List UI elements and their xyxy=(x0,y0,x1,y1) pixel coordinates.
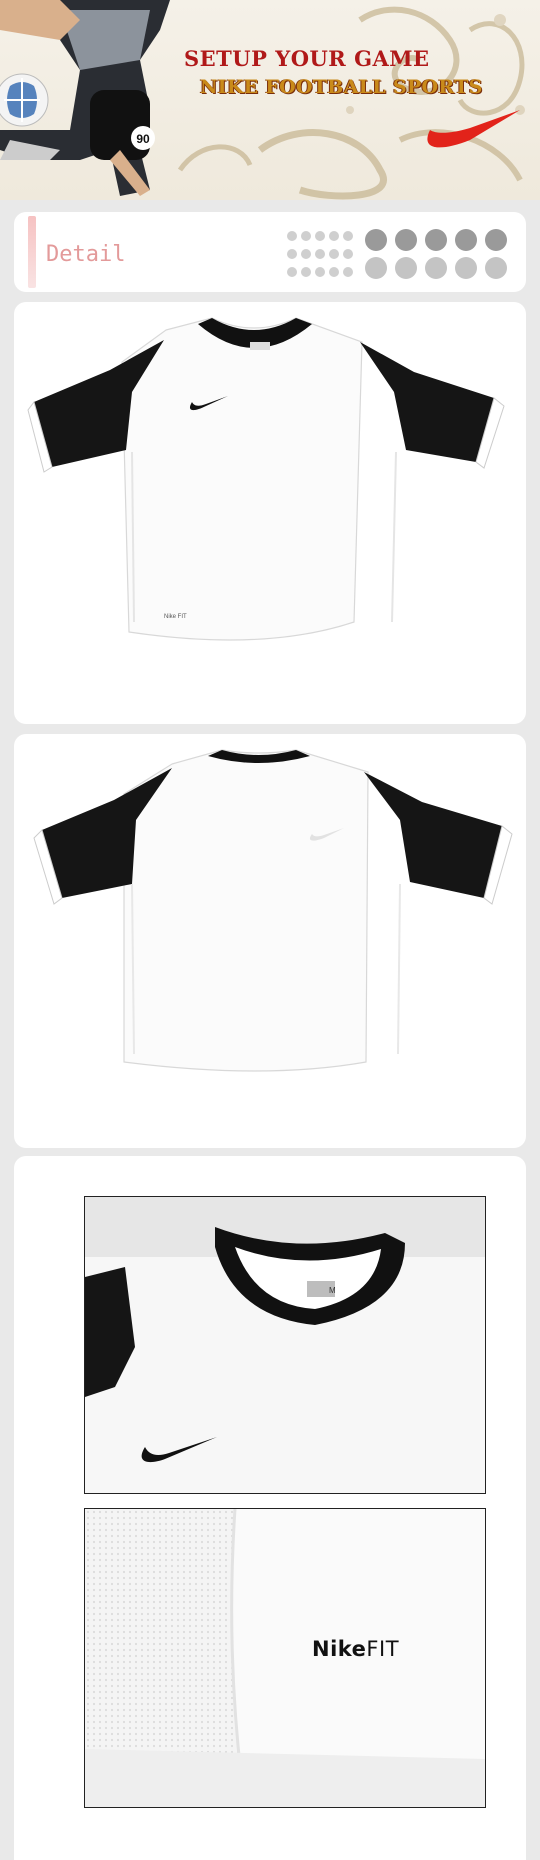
detail-section-header: Detail xyxy=(14,212,526,292)
shirt-back-icon xyxy=(33,749,513,1072)
back-shirt-card xyxy=(14,734,526,1148)
banner-subline: NIKE FOOTBALL SPORTS xyxy=(200,76,483,98)
decorative-dots-icon xyxy=(287,229,507,279)
fabric-closeup-photo: NikeFIT xyxy=(84,1508,486,1808)
nike-fit-line-text: FIT xyxy=(366,1637,400,1661)
fabric-closeup-icon xyxy=(85,1509,485,1807)
banner-ornament: 90 xyxy=(0,0,525,200)
nike-fit-brand-text: Nike xyxy=(312,1637,367,1661)
football-icon xyxy=(0,73,49,127)
nike-fit-logo: NikeFIT xyxy=(312,1637,399,1661)
svg-text:90: 90 xyxy=(136,132,150,146)
detail-accent-bar xyxy=(28,216,36,288)
collar-closeup-icon: M xyxy=(85,1197,485,1493)
collar-closeup-photo: M xyxy=(84,1196,486,1494)
banner-headline: SETUP YOUR GAME xyxy=(184,46,430,71)
size-tag-text: M xyxy=(329,1286,336,1295)
header-banner: 90 SETUP YOUR GAME NIKE FOOTBALL SPORTS xyxy=(0,0,540,200)
detail-label: Detail xyxy=(46,242,126,267)
svg-text:Nike FIT: Nike FIT xyxy=(164,614,187,620)
closeup-card: M NikeFIT xyxy=(14,1156,526,1860)
shirt-front-icon: Nike FIT xyxy=(27,317,505,641)
front-shirt-card: Nike FIT xyxy=(14,302,526,724)
